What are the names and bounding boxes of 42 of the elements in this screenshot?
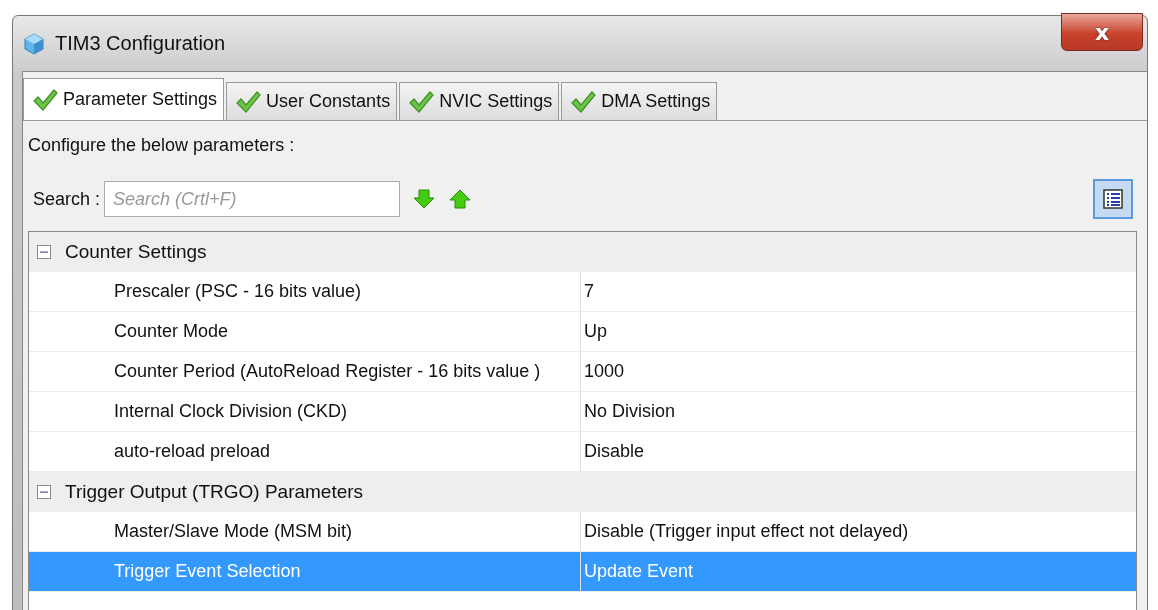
- group-name: Trigger Output (TRGO) Parameters: [65, 481, 364, 503]
- close-button[interactable]: x: [1061, 13, 1143, 51]
- description-text: Configure the below parameters :: [28, 134, 296, 157]
- list-icon: [1102, 188, 1124, 210]
- search-label: Search :: [33, 188, 101, 210]
- parameter-name: Trigger Event Selection: [29, 552, 581, 591]
- parameter-value: Disable (Trigger input effect not delayed): [583, 521, 909, 542]
- group-row[interactable]: Trigger Output (TRGO) Parameters: [29, 472, 1136, 512]
- parameter-row[interactable]: Counter Period (AutoReload Register - 16 bits value ) 1000: [29, 352, 1136, 392]
- search-field[interactable]: Search (Crtl+F): [104, 181, 401, 217]
- cube-icon: [23, 32, 45, 55]
- parameter-row[interactable]: Prescaler (PSC - 16 bits value) 7: [29, 272, 1136, 312]
- down-arrow-icon[interactable]: [412, 188, 437, 210]
- parameter-row[interactable]: Internal Clock Division (CKD) No Division: [29, 392, 1136, 432]
- parameter-name: Prescaler (PSC - 16 bits value): [29, 272, 581, 311]
- parameter-value: Update Event: [583, 561, 694, 582]
- check-icon: [408, 89, 435, 114]
- check-icon: [235, 89, 262, 114]
- parameter-name: Internal Clock Division (CKD): [29, 392, 581, 431]
- tab[interactable]: Parameter Settings: [23, 78, 225, 120]
- check-icon: [570, 89, 597, 114]
- list-view-button[interactable]: [1093, 179, 1133, 219]
- group-row[interactable]: Counter Settings: [29, 232, 1136, 272]
- parameter-value: 7: [583, 281, 594, 302]
- parameter-value: Up: [583, 321, 607, 342]
- parameter-name: Master/Slave Mode (MSM bit): [29, 512, 581, 551]
- tab[interactable]: NVIC Settings: [399, 82, 560, 120]
- parameter-row[interactable]: Counter Mode Up: [29, 312, 1136, 352]
- parameter-value: No Division: [583, 401, 676, 422]
- up-arrow-icon[interactable]: [448, 188, 473, 210]
- window-title: TIM3 Configuration: [55, 32, 226, 55]
- check-icon: [32, 87, 58, 112]
- parameter-value: 1000: [583, 361, 625, 382]
- parameter-name: Counter Mode: [29, 312, 581, 351]
- parameter-name: Counter Period (AutoReload Register - 16 bits value ): [29, 352, 581, 391]
- collapse-icon[interactable]: [37, 485, 51, 499]
- parameter-value: Disable: [583, 441, 645, 462]
- collapse-icon[interactable]: [37, 245, 51, 259]
- tab[interactable]: User Constants: [226, 82, 398, 120]
- group-name: Counter Settings: [65, 241, 207, 263]
- parameter-name: auto-reload preload: [29, 432, 581, 471]
- tab[interactable]: DMA Settings: [561, 82, 718, 120]
